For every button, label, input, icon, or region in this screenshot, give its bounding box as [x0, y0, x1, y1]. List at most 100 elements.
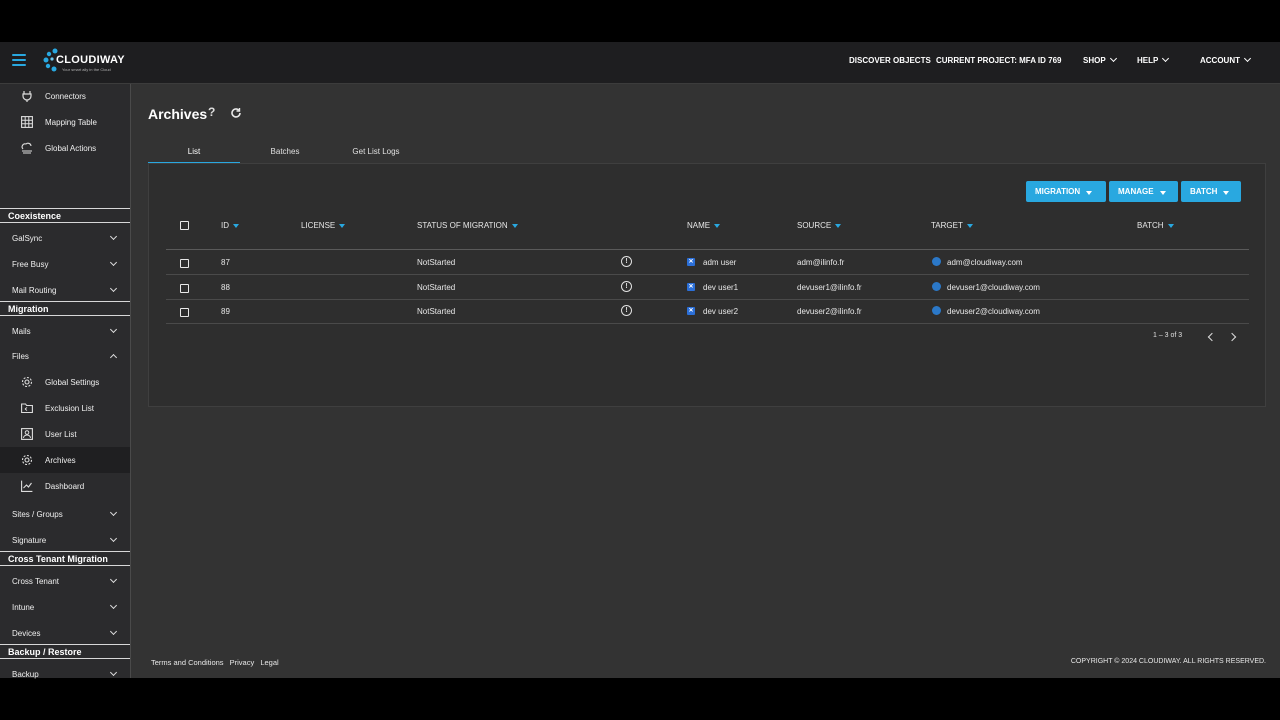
plug-icon — [22, 91, 32, 102]
user-icon: ✕ — [687, 307, 695, 315]
info-icon[interactable]: ! — [621, 305, 632, 316]
info-icon[interactable]: ! — [621, 281, 632, 292]
sidebar-group-label: Sites / Groups — [12, 510, 63, 519]
batch-button[interactable]: BATCH — [1181, 181, 1241, 202]
sidebar-item-label: Global Actions — [45, 144, 97, 153]
chevron-down-icon — [109, 668, 118, 677]
chevron-down-icon — [1162, 54, 1170, 63]
column-label: SOURCE — [797, 221, 832, 230]
migration-button-label: MIGRATION — [1035, 187, 1081, 196]
table-row[interactable]: 88 NotStarted ! ✕ dev user1 devuser1@ili… — [166, 275, 1249, 300]
sidebar-group-label: Backup — [12, 670, 39, 679]
sidebar-group-galsync[interactable]: GalSync — [0, 225, 130, 251]
chevron-down-icon — [109, 575, 118, 584]
column-header-target[interactable]: TARGET — [931, 221, 973, 230]
sort-icon — [714, 224, 721, 228]
sidebar-item-global-settings[interactable]: Global Settings — [0, 369, 130, 395]
column-label: ID — [221, 221, 229, 230]
cell-target: devuser2@cloudiway.com — [947, 307, 1040, 316]
sidebar-group-sites-groups[interactable]: Sites / Groups — [0, 501, 130, 527]
tab-list[interactable]: List — [148, 144, 240, 164]
sidebar-item-label: User List — [45, 430, 77, 439]
sidebar-group-mail-routing[interactable]: Mail Routing — [0, 277, 130, 303]
cell-name[interactable]: dev user1 — [703, 283, 738, 292]
column-header-license[interactable]: LICENSE — [301, 221, 346, 230]
privacy-link[interactable]: Privacy — [230, 658, 255, 667]
sidebar-group-label: Mails — [12, 327, 31, 336]
sidebar-item-global-actions[interactable]: Global Actions — [0, 135, 130, 161]
table-row[interactable]: 89 NotStarted ! ✕ dev user2 devuser2@ili… — [166, 299, 1249, 324]
column-header-source[interactable]: SOURCE — [797, 221, 842, 230]
sidebar-group-signature[interactable]: Signature — [0, 527, 130, 553]
tab-batches[interactable]: Batches — [240, 144, 330, 164]
column-label: LICENSE — [301, 221, 336, 230]
menu-icon[interactable] — [12, 54, 26, 68]
top-bar: CLOUDIWAY Your smart ally in the Cloud D… — [0, 42, 1280, 84]
cell-source: devuser1@ilinfo.fr — [797, 283, 862, 292]
app-root: CLOUDIWAY Your smart ally in the Cloud D… — [0, 42, 1280, 679]
previous-page-icon[interactable] — [1207, 332, 1217, 342]
brand-name[interactable]: CLOUDIWAY — [56, 54, 125, 66]
sidebar-group-backup[interactable]: Backup — [0, 661, 130, 687]
migration-button[interactable]: MIGRATION — [1026, 181, 1106, 202]
terms-link[interactable]: Terms and Conditions — [151, 658, 224, 667]
sidebar-group-free-busy[interactable]: Free Busy — [0, 251, 130, 277]
column-header-batch[interactable]: BATCH — [1137, 221, 1174, 230]
cell-name[interactable]: adm user — [703, 258, 736, 267]
column-header-name[interactable]: NAME — [687, 221, 721, 230]
chevron-down-icon — [109, 601, 118, 610]
cell-id: 87 — [221, 258, 230, 267]
help-icon[interactable]: ? — [208, 105, 220, 119]
sidebar-group-label: Devices — [12, 629, 41, 638]
sidebar-item-dashboard[interactable]: Dashboard — [0, 473, 130, 499]
sidebar-group-mails[interactable]: Mails — [0, 318, 130, 344]
sort-icon — [339, 224, 346, 228]
chart-icon — [21, 480, 33, 492]
sidebar-group-cross-tenant[interactable]: Cross Tenant — [0, 568, 130, 594]
manage-button[interactable]: MANAGE — [1109, 181, 1178, 202]
user-list-icon — [21, 428, 33, 440]
current-project-link[interactable]: CURRENT PROJECT: MFA ID 769 — [936, 56, 1062, 65]
sidebar-item-label: Dashboard — [45, 482, 85, 491]
sidebar-item-mapping-table[interactable]: Mapping Table — [0, 109, 130, 135]
cell-name[interactable]: dev user2 — [703, 307, 738, 316]
chevron-down-icon — [109, 534, 118, 543]
column-header-status[interactable]: STATUS OF MIGRATION — [417, 221, 518, 230]
help-label: HELP — [1137, 56, 1159, 65]
sidebar-group-files[interactable]: Files — [0, 343, 130, 369]
table-row[interactable]: 87 NotStarted ! ✕ adm user adm@ilinfo.fr… — [166, 250, 1249, 275]
shop-menu[interactable]: SHOP — [1083, 54, 1117, 65]
column-header-id[interactable]: ID — [221, 221, 239, 230]
sidebar-group-label: Signature — [12, 536, 47, 545]
section-label: Migration — [8, 304, 49, 314]
row-checkbox[interactable] — [180, 284, 189, 293]
gear-icon — [21, 376, 33, 388]
sidebar-item-connectors[interactable]: Connectors — [0, 83, 130, 109]
help-menu[interactable]: HELP — [1137, 54, 1170, 65]
batch-button-label: BATCH — [1190, 187, 1218, 196]
row-checkbox[interactable] — [180, 308, 189, 317]
cell-target: adm@cloudiway.com — [947, 258, 1023, 267]
discover-objects-link[interactable]: DISCOVER OBJECTS — [849, 56, 931, 65]
sidebar-group-devices[interactable]: Devices — [0, 620, 130, 646]
select-all-checkbox[interactable] — [180, 221, 189, 230]
column-label: TARGET — [931, 221, 963, 230]
section-backup-restore: Backup / Restore — [0, 644, 130, 659]
sort-icon — [966, 224, 973, 228]
sidebar-item-exclusion-list[interactable]: Exclusion List — [0, 395, 130, 421]
chevron-down-icon — [109, 258, 118, 267]
sidebar-item-archives[interactable]: Archives — [0, 447, 130, 473]
sidebar-group-intune[interactable]: Intune — [0, 594, 130, 620]
user-icon: ✕ — [687, 258, 695, 266]
account-menu[interactable]: ACCOUNT — [1200, 54, 1252, 65]
sidebar: Connectors Mapping Table Global Actions … — [0, 83, 131, 679]
globe-icon — [932, 257, 941, 266]
next-page-icon[interactable] — [1227, 332, 1237, 342]
info-icon[interactable]: ! — [621, 256, 632, 267]
tab-get-list-logs[interactable]: Get List Logs — [330, 144, 422, 164]
sidebar-item-user-list[interactable]: User List — [0, 421, 130, 447]
refresh-icon[interactable] — [230, 107, 242, 119]
legal-link[interactable]: Legal — [260, 658, 278, 667]
row-checkbox[interactable] — [180, 259, 189, 268]
cell-source: adm@ilinfo.fr — [797, 258, 845, 267]
